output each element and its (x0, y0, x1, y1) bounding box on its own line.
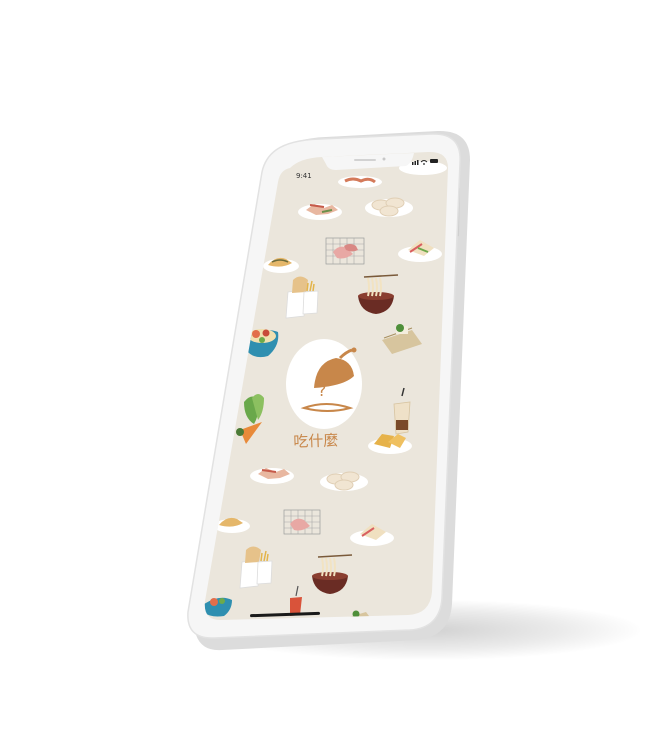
status-time: 9:41 (296, 172, 312, 180)
app-logo: ? (286, 339, 362, 429)
phone-mockup: ? 吃什麼 9:41 (0, 0, 670, 752)
plate-sushi-icon (250, 468, 294, 484)
question-mark: ? (318, 381, 327, 400)
speaker-grille (354, 159, 376, 161)
plate-sushi-icon (298, 204, 342, 220)
front-camera (382, 157, 386, 161)
app-screen: ? 吃什麼 (204, 151, 448, 620)
battery-icon (430, 159, 438, 163)
app-name: 吃什麼 (293, 431, 339, 451)
